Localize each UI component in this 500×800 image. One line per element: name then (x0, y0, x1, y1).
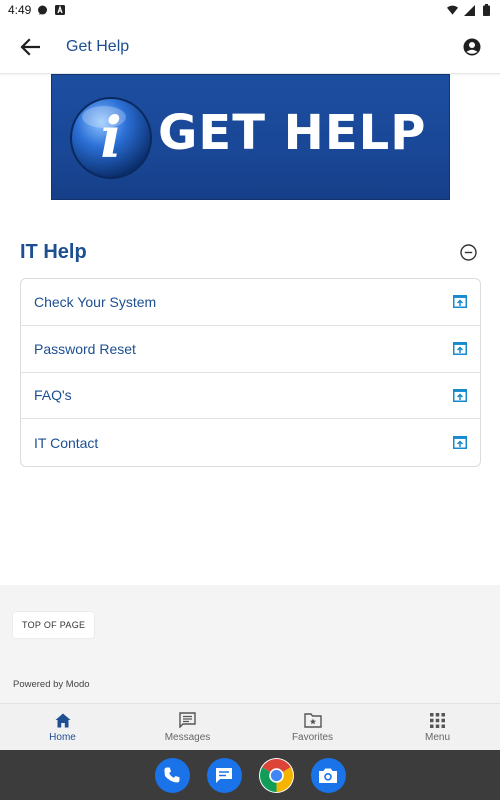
minus-circle-icon (459, 243, 477, 261)
account-button[interactable] (444, 20, 500, 74)
it-help-link-list: Check Your System Password Reset FAQ's I… (20, 278, 481, 467)
back-button[interactable] (0, 20, 60, 74)
messages-app-button[interactable] (206, 757, 242, 793)
link-it-contact[interactable]: IT Contact (21, 419, 480, 466)
tab-label: Messages (164, 732, 211, 743)
chat-notification-icon (37, 5, 48, 16)
section-title: IT Help (20, 240, 87, 263)
page-footer: TOP OF PAGE Powered by Modo (0, 585, 500, 703)
link-label: IT Contact (34, 434, 99, 451)
grid-menu-icon (429, 711, 447, 729)
collapse-button[interactable] (456, 240, 480, 264)
get-help-banner: i GET HELP (51, 74, 450, 200)
chrome-app-button[interactable] (258, 757, 294, 793)
link-check-your-system[interactable]: Check Your System (21, 279, 480, 326)
tab-home[interactable]: Home (0, 704, 125, 750)
open-external-icon (452, 435, 468, 451)
favorites-folder-icon (303, 711, 322, 729)
tab-menu[interactable]: Menu (375, 704, 500, 750)
open-external-icon (452, 341, 468, 357)
powered-by-text: Powered by Modo (13, 679, 90, 690)
link-label: Check Your System (34, 293, 157, 310)
tab-messages[interactable]: Messages (125, 704, 250, 750)
link-faqs[interactable]: FAQ's (21, 373, 480, 420)
banner-text: GET HELP (158, 105, 427, 161)
tab-favorites[interactable]: Favorites (250, 704, 375, 750)
info-logo-letter: i (100, 105, 121, 171)
open-external-icon (452, 294, 468, 310)
top-of-page-button[interactable]: TOP OF PAGE (13, 612, 95, 638)
account-circle-icon (463, 38, 481, 55)
link-label: Password Reset (34, 340, 136, 357)
bottom-tab-bar: Home Messages Favorites Menu (0, 703, 500, 750)
link-label: FAQ's (34, 387, 72, 404)
page-title: Get Help (66, 37, 130, 55)
camera-app-button[interactable] (310, 757, 346, 793)
status-bar: 4:49 (0, 0, 500, 20)
open-external-icon (452, 387, 468, 403)
chat-icon (216, 768, 232, 783)
camera-icon (319, 768, 337, 783)
info-logo-icon: i (70, 97, 152, 179)
link-password-reset[interactable]: Password Reset (21, 326, 480, 373)
signal-icon (464, 4, 475, 16)
home-icon (54, 711, 72, 729)
tab-label: Home (49, 732, 76, 743)
messages-icon (179, 711, 197, 729)
app-header: Get Help (0, 20, 500, 74)
battery-icon (481, 4, 492, 16)
tab-label: Favorites (291, 732, 334, 743)
phone-app-button[interactable] (154, 757, 190, 793)
phone-icon (164, 767, 180, 783)
status-time: 4:49 (8, 3, 32, 17)
android-dock (0, 750, 500, 800)
chrome-icon (259, 758, 293, 792)
text-notification-icon (54, 5, 65, 16)
tab-label: Menu (424, 732, 450, 743)
wifi-icon (447, 5, 458, 16)
arrow-left-icon (20, 37, 40, 56)
section-header: IT Help (20, 232, 480, 272)
